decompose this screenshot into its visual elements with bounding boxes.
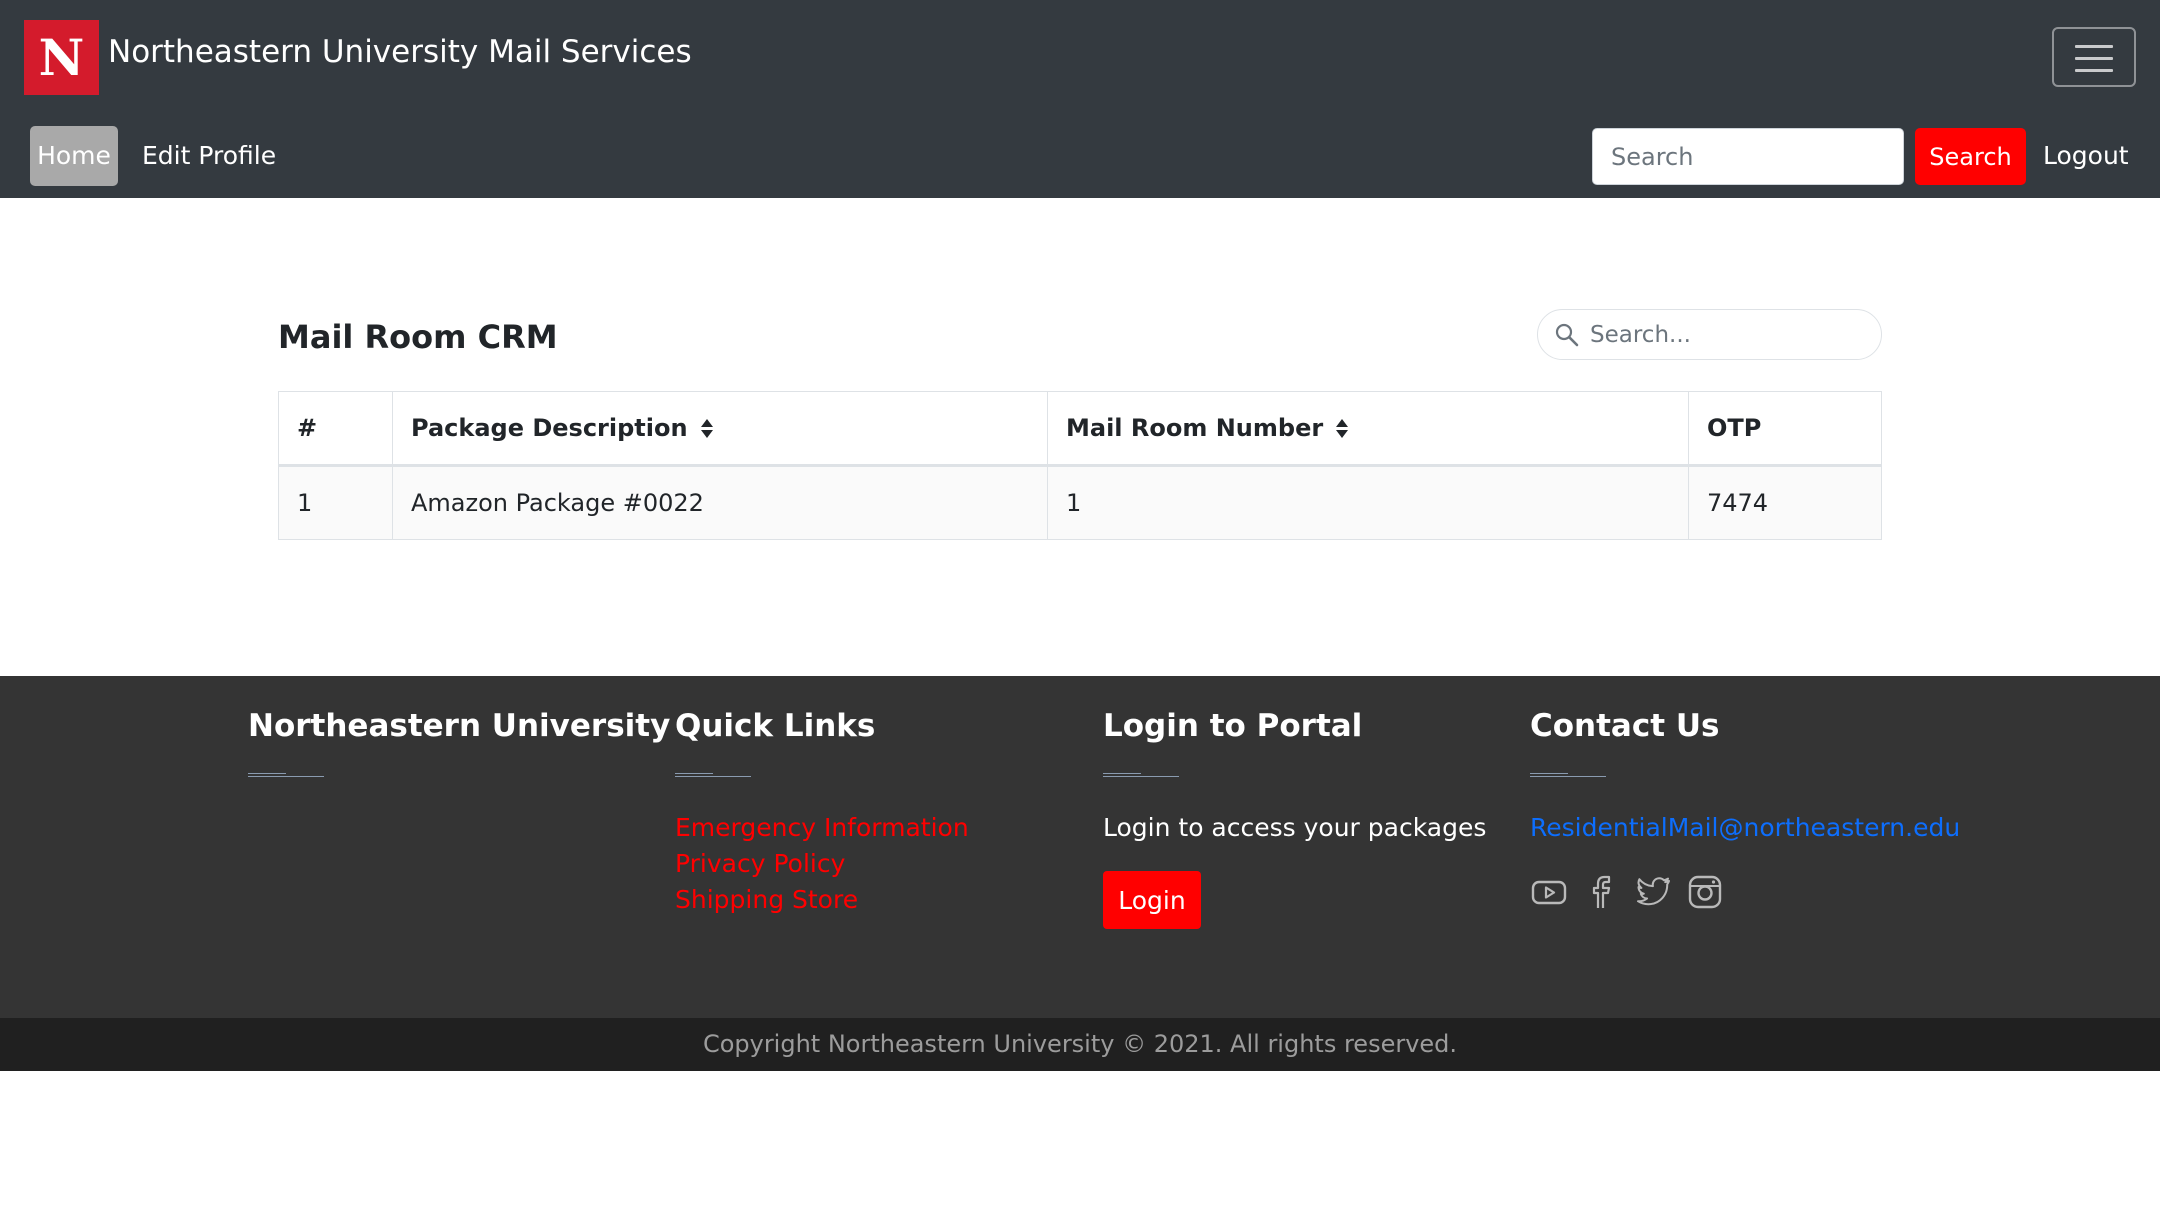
column-header-package-description[interactable]: Package Description <box>392 391 1048 467</box>
youtube-icon[interactable] <box>1530 873 1568 911</box>
column-header-label: OTP <box>1707 414 1762 442</box>
sort-icon[interactable] <box>700 418 714 440</box>
navbar-search-button[interactable]: Search <box>1915 128 2026 185</box>
table-search-box[interactable] <box>1537 309 1882 360</box>
footer-divider <box>1530 773 1606 777</box>
copyright-bar: Copyright Northeastern University © 2021… <box>0 1018 2160 1071</box>
cell-package-description: Amazon Package #0022 <box>392 465 1048 540</box>
instagram-icon[interactable] <box>1686 873 1724 911</box>
contact-email-link[interactable]: ResidentialMail@northeastern.edu <box>1530 813 1960 842</box>
footer-heading: Quick Links <box>675 708 876 744</box>
logo-letter: N <box>38 27 85 87</box>
footer-heading: Contact Us <box>1530 708 1720 744</box>
copyright-text: Copyright Northeastern University © 2021… <box>702 1030 1458 1058</box>
mailroom-table: # Package Description Mail Room Number O… <box>278 391 1882 540</box>
page-title-regular: Mail Room <box>278 318 478 356</box>
column-header-otp: OTP <box>1688 391 1882 467</box>
page-title-bold: CRM <box>477 318 558 356</box>
table-row[interactable]: 1 Amazon Package #0022 1 7474 <box>278 465 1882 540</box>
cell-otp: 7474 <box>1688 465 1882 540</box>
nav-home-link[interactable]: Home <box>30 126 118 186</box>
northeastern-logo[interactable]: N <box>24 20 99 95</box>
brand-name[interactable]: Northeastern University Mail Services <box>108 34 692 70</box>
footer-divider <box>675 773 751 777</box>
portal-description: Login to access your packages <box>1103 813 1487 842</box>
link-emergency-information[interactable]: Emergency Information <box>675 813 969 842</box>
nav-logout-link[interactable]: Logout <box>2043 126 2129 186</box>
twitter-icon[interactable] <box>1634 873 1672 911</box>
column-header-label: # <box>297 414 318 442</box>
navbar-search-input[interactable] <box>1592 128 1904 185</box>
table-search-input[interactable] <box>1590 316 1870 354</box>
column-header-label: Package Description <box>411 414 688 442</box>
navbar: N Northeastern University Mail Services … <box>0 0 2160 198</box>
page-title: Mail Room CRM <box>278 318 558 356</box>
sort-icon[interactable] <box>1335 418 1349 440</box>
footer-heading: Login to Portal <box>1103 708 1363 744</box>
navbar-toggler-button[interactable] <box>2052 27 2136 87</box>
footer-divider <box>248 773 324 777</box>
column-header-label: Mail Room Number <box>1066 414 1324 442</box>
cell-number: 1 <box>278 465 393 540</box>
footer-divider <box>1103 773 1179 777</box>
column-header-number: # <box>278 391 393 467</box>
nav-edit-profile-link[interactable]: Edit Profile <box>142 126 276 186</box>
link-privacy-policy[interactable]: Privacy Policy <box>675 849 845 878</box>
table-header-row: # Package Description Mail Room Number O… <box>278 391 1882 467</box>
column-header-mail-room-number[interactable]: Mail Room Number <box>1047 391 1689 467</box>
link-shipping-store[interactable]: Shipping Store <box>675 885 858 914</box>
facebook-icon[interactable] <box>1582 873 1620 911</box>
cell-mail-room-number: 1 <box>1047 465 1689 540</box>
footer-login-button[interactable]: Login <box>1103 871 1201 929</box>
footer: Northeastern University Quick Links Emer… <box>0 676 2160 1018</box>
magnifier-icon <box>1555 323 1579 347</box>
footer-heading: Northeastern University <box>248 708 671 744</box>
